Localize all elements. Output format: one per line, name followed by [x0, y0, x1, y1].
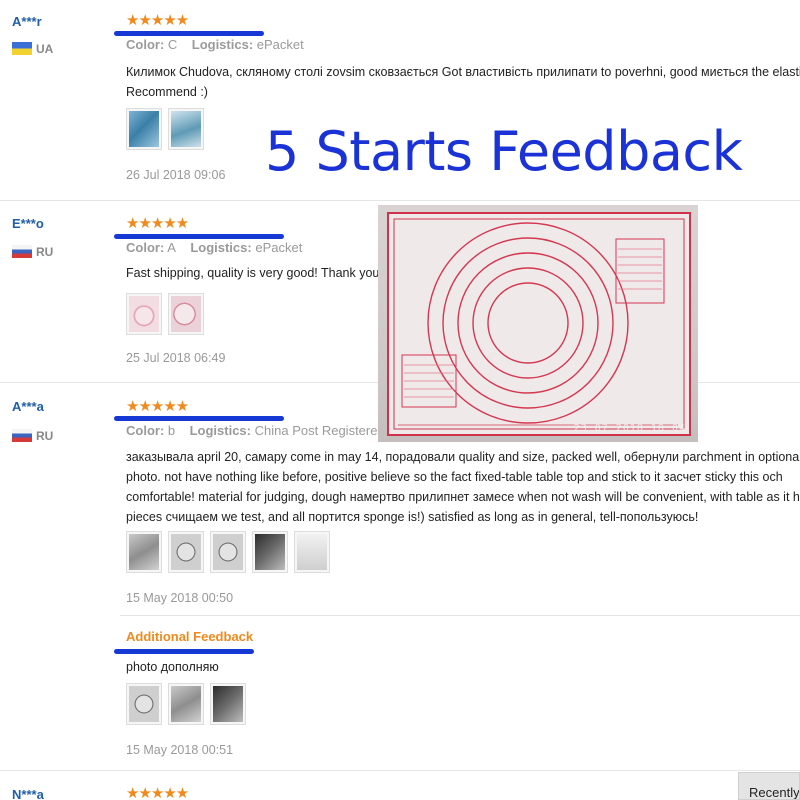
logistics-value: ePacket	[255, 240, 303, 255]
review-text: заказывала april 20, самару come in may …	[126, 447, 800, 527]
reviewer-country: UA	[36, 42, 54, 56]
highlight-underline	[114, 416, 284, 421]
review-photo-thumbnail[interactable]	[168, 293, 204, 335]
reviewer-name[interactable]: A***a	[12, 399, 44, 414]
logistics-label: Logistics:	[189, 423, 251, 438]
additional-photo-thumbnail[interactable]	[210, 683, 246, 725]
reviewer-name[interactable]: A***r	[12, 14, 42, 29]
review-text-line: заказывала april 20, самару come in may …	[126, 450, 800, 464]
recently-button[interactable]: Recently	[738, 772, 800, 800]
reviewer-name[interactable]: N***a	[12, 787, 44, 800]
review-photo-thumbnail[interactable]	[168, 531, 204, 573]
color-value: b	[167, 423, 176, 438]
flag-ru-icon	[12, 429, 32, 442]
flag-ru-icon	[12, 245, 32, 258]
star-rating: ★★★★★	[126, 398, 189, 415]
reviewer-name[interactable]: E***o	[12, 216, 44, 231]
overlay-title: 5 Starts Feedback	[265, 120, 743, 183]
review-date: 26 Jul 2018 09:06	[126, 168, 226, 182]
star-rating: ★★★★★	[126, 785, 189, 800]
review-photo-thumbnail[interactable]	[126, 293, 162, 335]
flag-ua-icon	[12, 42, 32, 55]
review-photo-thumbnail[interactable]	[126, 531, 162, 573]
review-photo-thumbnail[interactable]	[168, 108, 204, 150]
review-date: 15 May 2018 00:50	[126, 591, 234, 605]
review-text-line: pieces счищаем we test, and all портится…	[126, 510, 699, 524]
review-photo-thumbnail[interactable]	[126, 108, 162, 150]
review-text-line: comfortable! material for judging, dough…	[126, 490, 800, 504]
additional-feedback-label: Additional Feedback	[126, 629, 254, 644]
logistics-label: Logistics:	[191, 37, 254, 52]
additional-feedback-text: photo дополняю	[126, 660, 219, 674]
review-photo-thumbnail[interactable]	[294, 531, 330, 573]
review-text-line: photo. not have nothing like before, pos…	[126, 470, 783, 484]
review-meta: Color: C Logistics: ePacket	[126, 37, 304, 52]
review-photo-thumbnail[interactable]	[210, 531, 246, 573]
color-value: C	[167, 37, 178, 52]
highlight-underline	[114, 31, 264, 36]
product-photo: 23-07-2018 18:04	[378, 205, 698, 442]
color-label: Color:	[126, 240, 165, 255]
review-text-line: Fast shipping, quality is very good! Tha…	[126, 266, 380, 280]
baking-mat-illustration	[387, 212, 691, 436]
review-text-line: Recommend :)	[126, 85, 208, 99]
review-photo-thumbnail[interactable]	[252, 531, 288, 573]
additional-photo-thumbnail[interactable]	[126, 683, 162, 725]
review-text-line: Килимок Chudova, скляному столі zovsim с…	[126, 65, 800, 79]
review-text: Fast shipping, quality is very good! Tha…	[126, 263, 379, 283]
reviewer-country: RU	[36, 245, 54, 259]
additional-divider	[120, 615, 800, 616]
review-meta: Color: b Logistics: China Post Registere…	[126, 423, 403, 438]
review-item: N***a ★★★★★	[0, 770, 800, 800]
additional-photo-thumbnail[interactable]	[168, 683, 204, 725]
review-meta: Color: A Logistics: ePacket	[126, 240, 302, 255]
review-date: 25 Jul 2018 06:49	[126, 351, 226, 365]
logistics-label: Logistics:	[190, 240, 252, 255]
logistics-value: ePacket	[256, 37, 304, 52]
photo-timestamp: 23-07-2018 18:04	[573, 423, 686, 434]
color-value: A	[167, 240, 176, 255]
color-label: Color:	[126, 423, 165, 438]
additional-feedback-date: 15 May 2018 00:51	[126, 743, 234, 757]
highlight-underline	[114, 234, 284, 239]
review-text: Килимок Chudova, скляному столі zovsim с…	[126, 62, 800, 102]
reviewer-country: RU	[36, 429, 54, 443]
star-rating: ★★★★★	[126, 12, 189, 29]
star-rating: ★★★★★	[126, 215, 189, 232]
highlight-underline	[114, 649, 254, 654]
color-label: Color:	[126, 37, 165, 52]
